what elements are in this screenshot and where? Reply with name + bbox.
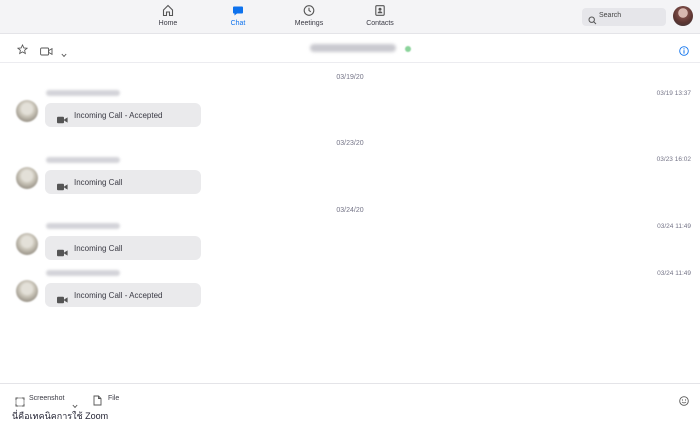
tab-chat-label: Chat: [230, 20, 246, 27]
call-message-text: Incoming Call - Accepted: [74, 111, 163, 120]
message-input[interactable]: นี่คือเทคนิคการใช้ Zoom: [12, 409, 108, 423]
chat-header: [0, 34, 700, 63]
avatar[interactable]: [16, 280, 38, 302]
tab-home-label: Home: [158, 20, 178, 27]
search-icon: [588, 12, 597, 30]
video-call-icon: [57, 111, 68, 129]
date-separator: 03/24/20: [336, 207, 364, 214]
avatar[interactable]: [16, 100, 38, 122]
emoji-icon[interactable]: [679, 393, 689, 411]
star-icon[interactable]: [16, 42, 29, 60]
tab-meetings[interactable]: Meetings: [279, 4, 339, 32]
video-call-icon: [57, 178, 68, 196]
file-button[interactable]: File: [108, 395, 119, 402]
chat-bubble-icon: [208, 4, 268, 18]
date-separator: 03/19/20: [336, 74, 364, 81]
call-message-bubble[interactable]: Incoming Call: [45, 170, 201, 194]
message-timestamp: 03/19 13:37: [656, 90, 691, 97]
date-separator: 03/23/20: [336, 140, 364, 147]
call-message-bubble[interactable]: Incoming Call - Accepted: [45, 283, 201, 307]
screenshot-button[interactable]: Screenshot: [29, 395, 64, 402]
search-label: Search: [599, 12, 622, 19]
call-message-text: Incoming Call: [74, 178, 123, 187]
avatar[interactable]: [16, 233, 38, 255]
message-composer: Screenshot File นี่คือเทคนิคการใช้ Zoom: [0, 383, 700, 438]
sender-name-blurred: [46, 270, 120, 276]
info-icon[interactable]: [679, 43, 689, 61]
message-timestamp: 03/24 11:49: [657, 270, 691, 277]
tab-contacts[interactable]: Contacts: [350, 4, 410, 32]
message-timestamp: 03/23 16:02: [656, 156, 691, 163]
tab-meetings-label: Meetings: [294, 20, 324, 27]
tab-chat[interactable]: Chat: [208, 4, 268, 32]
top-nav-bar: Home Chat Meetings Contacts Search: [0, 0, 700, 34]
sender-name-blurred: [46, 223, 120, 229]
video-icon[interactable]: [40, 43, 53, 61]
message-timestamp: 03/24 11:49: [657, 223, 691, 230]
contact-name-blurred: [310, 44, 396, 52]
call-message-bubble[interactable]: Incoming Call - Accepted: [45, 103, 201, 127]
tab-contacts-label: Contacts: [366, 20, 394, 27]
avatar[interactable]: [16, 167, 38, 189]
contact-card-icon: [350, 4, 410, 18]
call-message-text: Incoming Call - Accepted: [74, 291, 163, 300]
video-call-icon: [57, 244, 68, 262]
clock-icon: [279, 4, 339, 18]
call-message-bubble[interactable]: Incoming Call: [45, 236, 201, 260]
user-avatar[interactable]: [673, 6, 693, 26]
tab-home[interactable]: Home: [138, 4, 198, 32]
online-status-dot: [405, 46, 411, 52]
sender-name-blurred: [46, 90, 120, 96]
video-call-icon: [57, 291, 68, 309]
home-icon: [138, 4, 198, 18]
chevron-down-icon[interactable]: [61, 45, 67, 63]
search-input[interactable]: Search: [582, 8, 666, 26]
call-message-text: Incoming Call: [74, 244, 123, 253]
sender-name-blurred: [46, 157, 120, 163]
